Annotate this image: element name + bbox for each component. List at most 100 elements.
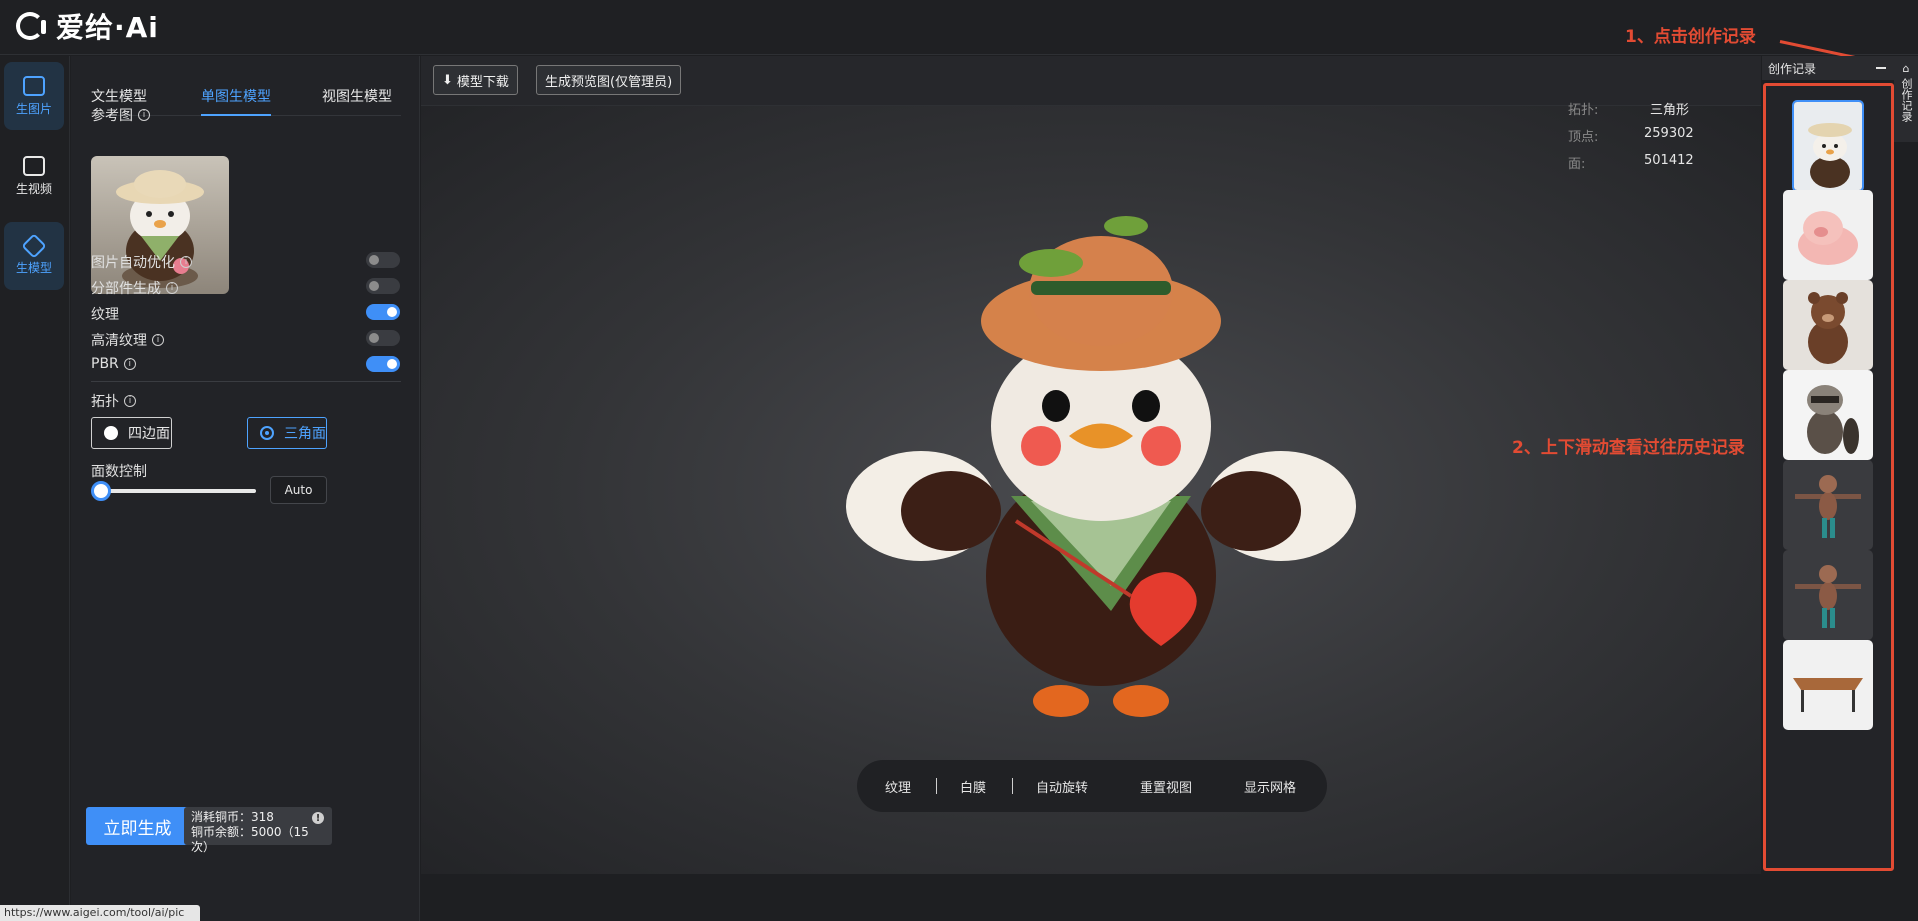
app-logo[interactable]: 爱给·Ai [16,10,159,44]
topology-label-text: 拓扑 [91,394,119,410]
cube-icon [21,232,47,259]
rail-item-video[interactable]: 生视频 [4,142,64,210]
show-wireframe-button[interactable]: 显示网格 [1244,777,1296,796]
rail-item-image[interactable]: 生图片 [4,62,64,130]
monkey-thumb-icon [1783,460,1873,550]
settings-panel: 文生模型 单图生模型 视图生模型 参考图 i 图片自动优化 i 分部件生成 i … [71,56,420,921]
history-item-chick[interactable] [1792,100,1864,192]
info-icon[interactable]: i [166,282,178,294]
download-icon: ⬇ [442,72,453,88]
option-label: 高清纹理 [91,333,147,349]
annotation-step-1: 1、点击创作记录 [1625,27,1756,47]
topology-quad-radio[interactable]: 四边面 [91,417,172,449]
video-gen-icon [23,155,45,176]
history-side-tab[interactable]: ⌂ 创作记录 [1894,56,1918,142]
option-hd-texture: 高清纹理 i [91,330,164,350]
radio-dot-icon [104,426,118,440]
auto-optimize-toggle[interactable] [366,252,400,268]
cost-info: 消耗铜币：318 铜币余额：5000（15次） ! [184,807,332,854]
history-list[interactable] [1763,83,1894,871]
auto-rotate-button[interactable]: 自动旋转 [1036,777,1088,796]
option-label: 纹理 [91,307,119,323]
stat-faces-value: 501412 [1644,153,1694,168]
model-viewport[interactable] [421,106,1761,874]
history-item-table[interactable] [1783,640,1873,730]
stat-faces-label: 面: [1568,157,1586,172]
rail-item-model[interactable]: 生模型 [4,222,64,290]
option-pbr: PBR i [91,356,136,372]
radio-label: 三角面 [284,426,326,442]
stat-vertices-value: 259302 [1644,126,1694,141]
info-icon[interactable]: i [124,395,136,407]
ref-image-label: 参考图 i [91,105,150,125]
separator [936,778,937,794]
reset-view-button[interactable]: 重置视图 [1140,777,1192,796]
balance-line: 铜币余额：5000（15次） [191,825,309,854]
monkey-thumb-icon [1783,550,1873,640]
option-label: 图片自动优化 [91,255,175,271]
side-tab-label: 创作记录 [1900,78,1913,122]
option-part-generation: 分部件生成 i [91,278,178,298]
radio-dot-icon [260,426,274,440]
chick-model-render-icon [846,216,1356,717]
home-icon: ⌂ [1902,62,1910,75]
info-icon[interactable]: i [152,334,164,346]
minimize-icon[interactable] [1876,67,1886,69]
history-item-raccoon[interactable] [1783,370,1873,460]
ref-image-label-text: 参考图 [91,108,133,124]
stat-topology-label: 拓扑: [1568,103,1599,118]
separator [1012,778,1013,794]
reference-image[interactable] [91,156,229,294]
face-count-label: 面数控制 [91,464,147,480]
topology-label: 拓扑 i [91,391,136,411]
bear-thumb-icon [1783,280,1873,370]
view-clay-button[interactable]: 白膜 [960,777,986,796]
option-label: 分部件生成 [91,281,161,297]
topology-tri-radio[interactable]: 三角面 [247,417,327,449]
tab-views-to-model[interactable]: 视图生模型 [322,86,392,116]
annotation-step-2: 2、上下滑动查看过往历史记录 [1512,438,1745,458]
preview-image-button[interactable]: 生成预览图(仅管理员) [536,65,682,95]
stat-topology-value: 三角形 [1650,103,1690,118]
option-texture: 纹理 [91,304,119,324]
download-label: 模型下载 [456,74,509,90]
radio-label: 四边面 [128,426,170,442]
auto-button[interactable]: Auto [270,476,327,504]
cost-line: 消耗铜币：318 [191,810,274,824]
pbr-toggle[interactable] [366,356,400,372]
history-item-pig[interactable] [1783,190,1873,280]
texture-toggle[interactable] [366,304,400,320]
status-url: https://www.aigei.com/tool/ai/pic [0,905,200,921]
tab-image-to-model[interactable]: 单图生模型 [201,86,271,116]
history-header: 创作记录 [1762,56,1894,80]
logo-text: 爱给·Ai [56,11,159,44]
part-generation-toggle[interactable] [366,278,400,294]
rail-item-label: 生图片 [15,101,52,116]
warning-icon[interactable]: ! [312,812,324,824]
info-icon[interactable]: i [123,358,136,370]
history-item-monkey-b[interactable] [1783,550,1873,640]
viewer-controls: 纹理 白膜 自动旋转 重置视图 显示网格 [857,760,1327,812]
face-count-slider-thumb[interactable] [91,481,111,501]
history-title: 创作记录 [1768,62,1817,76]
pig-thumb-icon [1783,190,1873,280]
download-model-button[interactable]: ⬇ 模型下载 [433,65,518,95]
logo-mark-icon [16,12,46,40]
nav-rail: 生图片 生视频 生模型 [0,56,70,921]
face-count-slider-track[interactable] [96,489,256,493]
viewer-toolbar: ⬇ 模型下载 生成预览图(仅管理员) [421,56,1761,106]
rail-item-label: 生视频 [15,181,52,196]
history-item-bear[interactable] [1783,280,1873,370]
view-texture-button[interactable]: 纹理 [885,777,911,796]
option-label: PBR [91,356,119,372]
chick-thumb-icon [1794,102,1862,190]
table-thumb-icon [1783,640,1873,730]
generate-button[interactable]: 立即生成 [86,807,189,845]
info-icon[interactable]: i [138,109,150,121]
option-auto-optimize: 图片自动优化 i [91,252,192,272]
hd-texture-toggle[interactable] [366,330,400,346]
raccoon-thumb-icon [1783,370,1873,460]
history-item-monkey-a[interactable] [1783,460,1873,550]
image-gen-icon [23,75,45,96]
info-icon[interactable]: i [180,256,192,268]
